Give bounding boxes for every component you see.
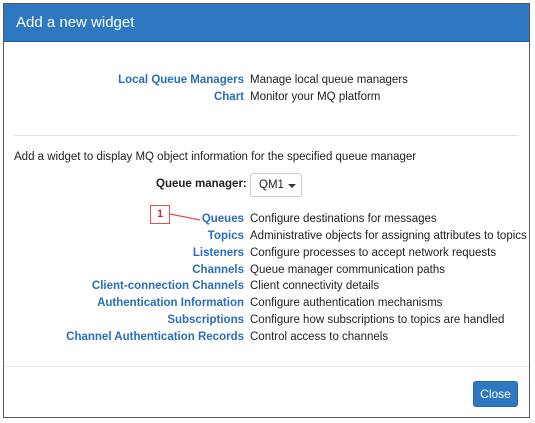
widget-link-subscriptions[interactable]: Subscriptions xyxy=(4,314,244,326)
widget-link-channels[interactable]: Channels xyxy=(4,264,244,276)
widget-link-client-connection-channels[interactable]: Client-connection Channels xyxy=(4,280,244,292)
queue-manager-value: QM1 xyxy=(259,179,284,191)
widget-link-listeners[interactable]: Listeners xyxy=(4,247,244,259)
widget-description: Administrative objects for assigning att… xyxy=(250,230,527,242)
widget-link-channel-authentication-records[interactable]: Channel Authentication Records xyxy=(4,331,244,343)
caret-down-icon xyxy=(288,184,296,188)
widget-link-authentication-information[interactable]: Authentication Information xyxy=(4,297,244,309)
queue-manager-dropdown[interactable]: QM1 xyxy=(250,173,302,197)
close-button[interactable]: Close xyxy=(473,381,518,407)
widget-description: Configure processes to accept network re… xyxy=(250,247,497,259)
footer-divider xyxy=(4,366,529,367)
widget-description: Queue manager communication paths xyxy=(250,264,445,276)
widget-link-queues[interactable]: Queues xyxy=(4,213,244,225)
widget-description: Control access to channels xyxy=(250,331,389,343)
widget-description: Configure destinations for messages xyxy=(250,213,437,225)
widget-description: Configure how subscriptions to topics ar… xyxy=(250,314,505,326)
add-widget-dialog: Add a new widget Local Queue Managers Ma… xyxy=(3,3,530,418)
widget-description: Configure authentication mechanisms xyxy=(250,297,443,309)
callout-pointer-line xyxy=(169,213,201,221)
widget-description: Monitor your MQ platform xyxy=(250,91,381,103)
widget-description: Client connectivity details xyxy=(250,280,380,292)
widget-link-topics[interactable]: Topics xyxy=(4,230,244,242)
widget-description: Manage local queue managers xyxy=(250,74,408,86)
